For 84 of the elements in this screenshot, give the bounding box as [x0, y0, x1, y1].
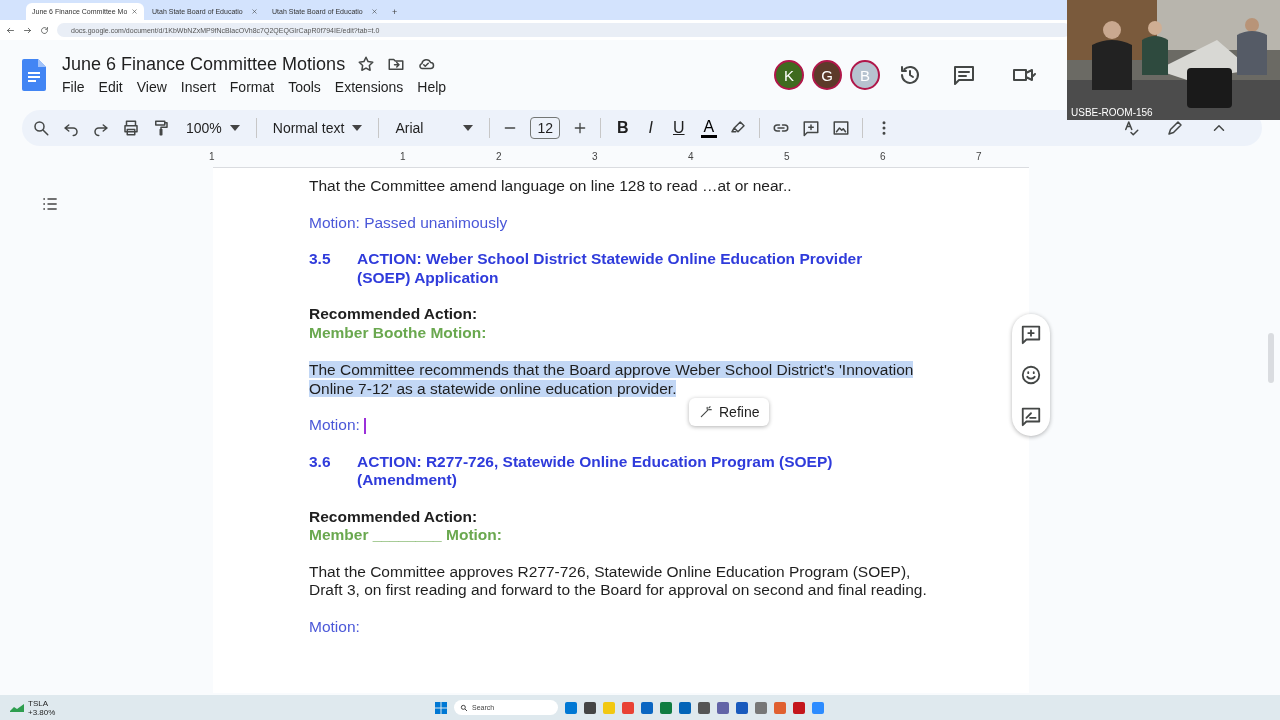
star-icon[interactable]	[357, 55, 376, 73]
caret-icon	[463, 125, 474, 131]
menu-item[interactable]: Help	[410, 76, 454, 97]
new-tab-button[interactable]: +	[386, 7, 404, 20]
text-color-button[interactable]: A	[700, 118, 718, 138]
ruler-number: 1	[209, 151, 215, 162]
ruler-number: 3	[592, 151, 598, 162]
windows-start-icon[interactable]	[435, 701, 447, 714]
stock-symbol: TSLA	[28, 698, 49, 708]
search-icon	[460, 703, 468, 712]
paragraph: That the Committee approves R277-726, Statewide Online Education Program (SOEP), Draft 3, on first reading and forward to the Board for approval on second and final reading.	[309, 562, 928, 600]
motion-text: Motion:	[309, 617, 360, 635]
caret-icon	[352, 125, 363, 131]
section-number: 3.5	[309, 250, 332, 269]
ruler-number: 4	[688, 151, 694, 162]
ruler-number: 1	[400, 151, 406, 162]
ruler-number: 7	[976, 151, 982, 162]
taskbar-app-icon[interactable]	[660, 701, 672, 714]
stock-chart-icon	[10, 703, 24, 712]
style-dropdown[interactable]: Normal text	[268, 120, 367, 136]
document-page[interactable]	[213, 168, 1029, 693]
image-icon[interactable]	[832, 119, 851, 137]
collaborator-avatar[interactable]: K	[774, 60, 804, 90]
taskbar-app-icon[interactable]	[565, 701, 577, 714]
add-comment-icon[interactable]	[802, 119, 821, 137]
menu-item[interactable]: Edit	[91, 76, 130, 97]
format-button[interactable]: I	[644, 119, 657, 137]
section-title: ACTION: R277-726, Statewide Online Education Program (SOEP) (Amendment)	[357, 452, 834, 490]
taskbar-app-icon[interactable]	[755, 701, 767, 714]
spellcheck-icon[interactable]	[1122, 119, 1140, 137]
ruler-number: 2	[496, 151, 502, 162]
menu-item[interactable]: Tools	[281, 76, 328, 97]
section-number: 3.6	[309, 452, 332, 472]
history-icon[interactable]	[898, 63, 922, 87]
format-button[interactable]: B	[612, 119, 633, 137]
add-comment-icon[interactable]	[1020, 323, 1042, 346]
scrollbar[interactable]	[1268, 333, 1274, 383]
close-icon[interactable]	[131, 8, 138, 15]
emoji-icon[interactable]	[1020, 364, 1042, 386]
magic-pen-icon[interactable]	[699, 405, 713, 419]
taskbar-app-icon[interactable]	[641, 701, 653, 714]
refine-button[interactable]: Refine	[689, 398, 770, 426]
ruler-number: 5	[784, 151, 790, 162]
font-size-field[interactable]: 12	[530, 117, 560, 139]
menu-item[interactable]: Insert	[173, 76, 223, 97]
document-title[interactable]: June 6 Finance Committee Motions	[62, 53, 346, 75]
edit-mode-icon[interactable]	[1166, 119, 1184, 137]
taskbar-app-icon[interactable]	[679, 701, 691, 714]
forward-icon[interactable]	[23, 25, 32, 35]
taskbar-app-icon[interactable]	[717, 701, 729, 714]
reload-icon[interactable]	[40, 25, 49, 35]
ruler-number: 6	[880, 151, 886, 162]
zoom-dropdown[interactable]: 100%	[182, 120, 244, 136]
search-icon[interactable]	[32, 119, 50, 137]
collaborator-avatar[interactable]: G	[812, 60, 842, 90]
taskbar-app-icon[interactable]	[698, 701, 710, 714]
paragraph: The Committee recommends that the Board approve Weber School District's 'Innovation Online 7-12' as a statewide online education provider.	[309, 361, 915, 398]
recommended-action-label: Recommended Action:	[309, 507, 479, 526]
stock-change: +3.80%	[28, 707, 56, 717]
menu-item[interactable]: View	[129, 76, 174, 97]
menu-item[interactable]: Extensions	[327, 76, 411, 97]
member-motion-label: Member ________ Motion:	[309, 526, 503, 545]
taskbar-app-icon[interactable]	[793, 701, 805, 714]
print-icon[interactable]	[122, 119, 140, 137]
menu-item[interactable]: File	[62, 76, 92, 97]
comment-icon[interactable]	[952, 63, 976, 87]
menu-item[interactable]: Format	[222, 76, 282, 97]
motion-text: Motion:	[309, 416, 360, 433]
docs-logo-icon[interactable]	[22, 59, 46, 91]
recommended-action-label: Recommended Action:	[309, 305, 479, 324]
motion-text: Motion: Passed unanimously	[309, 213, 508, 231]
taskbar-app-icon[interactable]	[584, 701, 596, 714]
paragraph: That the Committee amend language on line 128 to read …at or near..	[309, 177, 793, 196]
member-motion-label: Member Boothe Motion:	[309, 323, 488, 342]
back-icon[interactable]	[6, 25, 15, 35]
font-dropdown[interactable]: Arial	[391, 120, 478, 136]
format-button[interactable]: U	[669, 119, 689, 137]
caret-icon	[229, 125, 240, 131]
close-icon[interactable]	[251, 8, 258, 15]
paint-format-icon[interactable]	[152, 119, 170, 137]
close-icon[interactable]	[371, 8, 378, 15]
taskbar-app-icon[interactable]	[736, 701, 748, 714]
video-label: USBE-ROOM-156	[1071, 107, 1153, 118]
section-title: ACTION: Weber School District Statewide Online Education Provider (SOEP) Application	[357, 250, 864, 287]
